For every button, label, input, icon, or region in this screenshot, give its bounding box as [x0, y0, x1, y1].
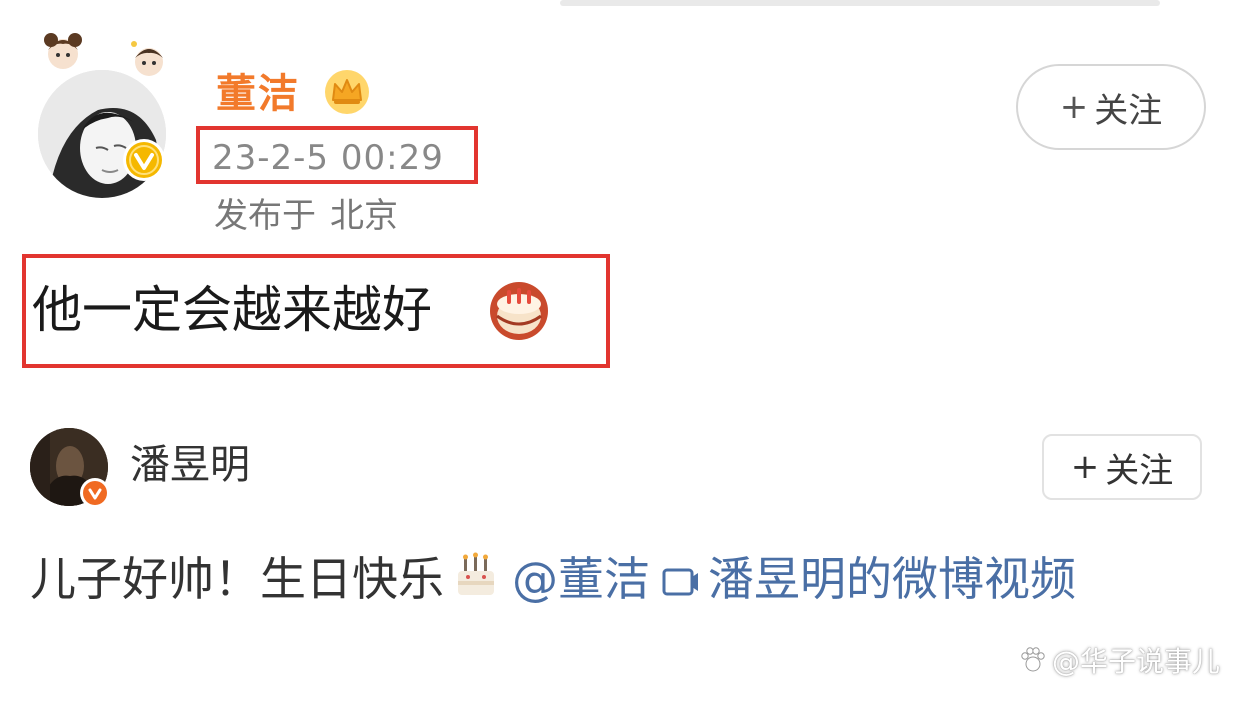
- plus-icon: +: [1070, 447, 1100, 487]
- post2-author-name[interactable]: 潘昱明: [130, 438, 250, 492]
- vip-crown-icon: [322, 66, 372, 116]
- post1-follow-button[interactable]: + 关注: [1016, 64, 1206, 150]
- watermark-text: @华子说事儿: [1051, 645, 1220, 678]
- post1-author-name[interactable]: 董洁: [216, 68, 300, 120]
- orange-verified-badge-icon: [80, 478, 110, 508]
- post2-follow-button[interactable]: + 关注: [1042, 434, 1202, 500]
- location-prefix: 发布于: [214, 196, 316, 236]
- cake-emoji-icon: [488, 280, 550, 342]
- video-play-icon[interactable]: [662, 567, 700, 597]
- post2-content: 儿子好帅！生日快乐 @董洁 潘昱明的微博视频: [30, 542, 1190, 616]
- post1-content: 他一定会越来越好: [32, 281, 432, 339]
- paw-icon: [1018, 645, 1048, 675]
- follow-label: 关注: [1094, 90, 1163, 131]
- mention-link[interactable]: @董洁: [512, 552, 650, 606]
- watermark: @华子说事儿: [1018, 640, 1220, 680]
- post1-timestamp[interactable]: 23-2-5 00:29: [212, 136, 444, 180]
- birthday-cake-emoji-icon: [450, 549, 502, 601]
- weibo-screenshot: 董洁 23-2-5 00:29 发布于 北京 + 关注 他一定会越来越好 潘昱明…: [0, 0, 1242, 702]
- post1-location: 发布于 北京: [214, 192, 398, 240]
- location-city: 北京: [330, 196, 398, 236]
- video-link[interactable]: 潘昱明的微博视频: [708, 552, 1076, 606]
- plus-icon: +: [1059, 87, 1089, 127]
- post1-avatar-group[interactable]: [22, 22, 182, 198]
- follow-label: 关注: [1105, 450, 1174, 491]
- post2-text: 儿子好帅！生日快乐: [30, 552, 444, 606]
- avatar-pendant-girl-icon: [40, 28, 86, 74]
- top-divider: [560, 0, 1160, 6]
- gold-verified-badge-icon: [122, 138, 166, 182]
- avatar-pendant-boy-icon: [126, 36, 172, 82]
